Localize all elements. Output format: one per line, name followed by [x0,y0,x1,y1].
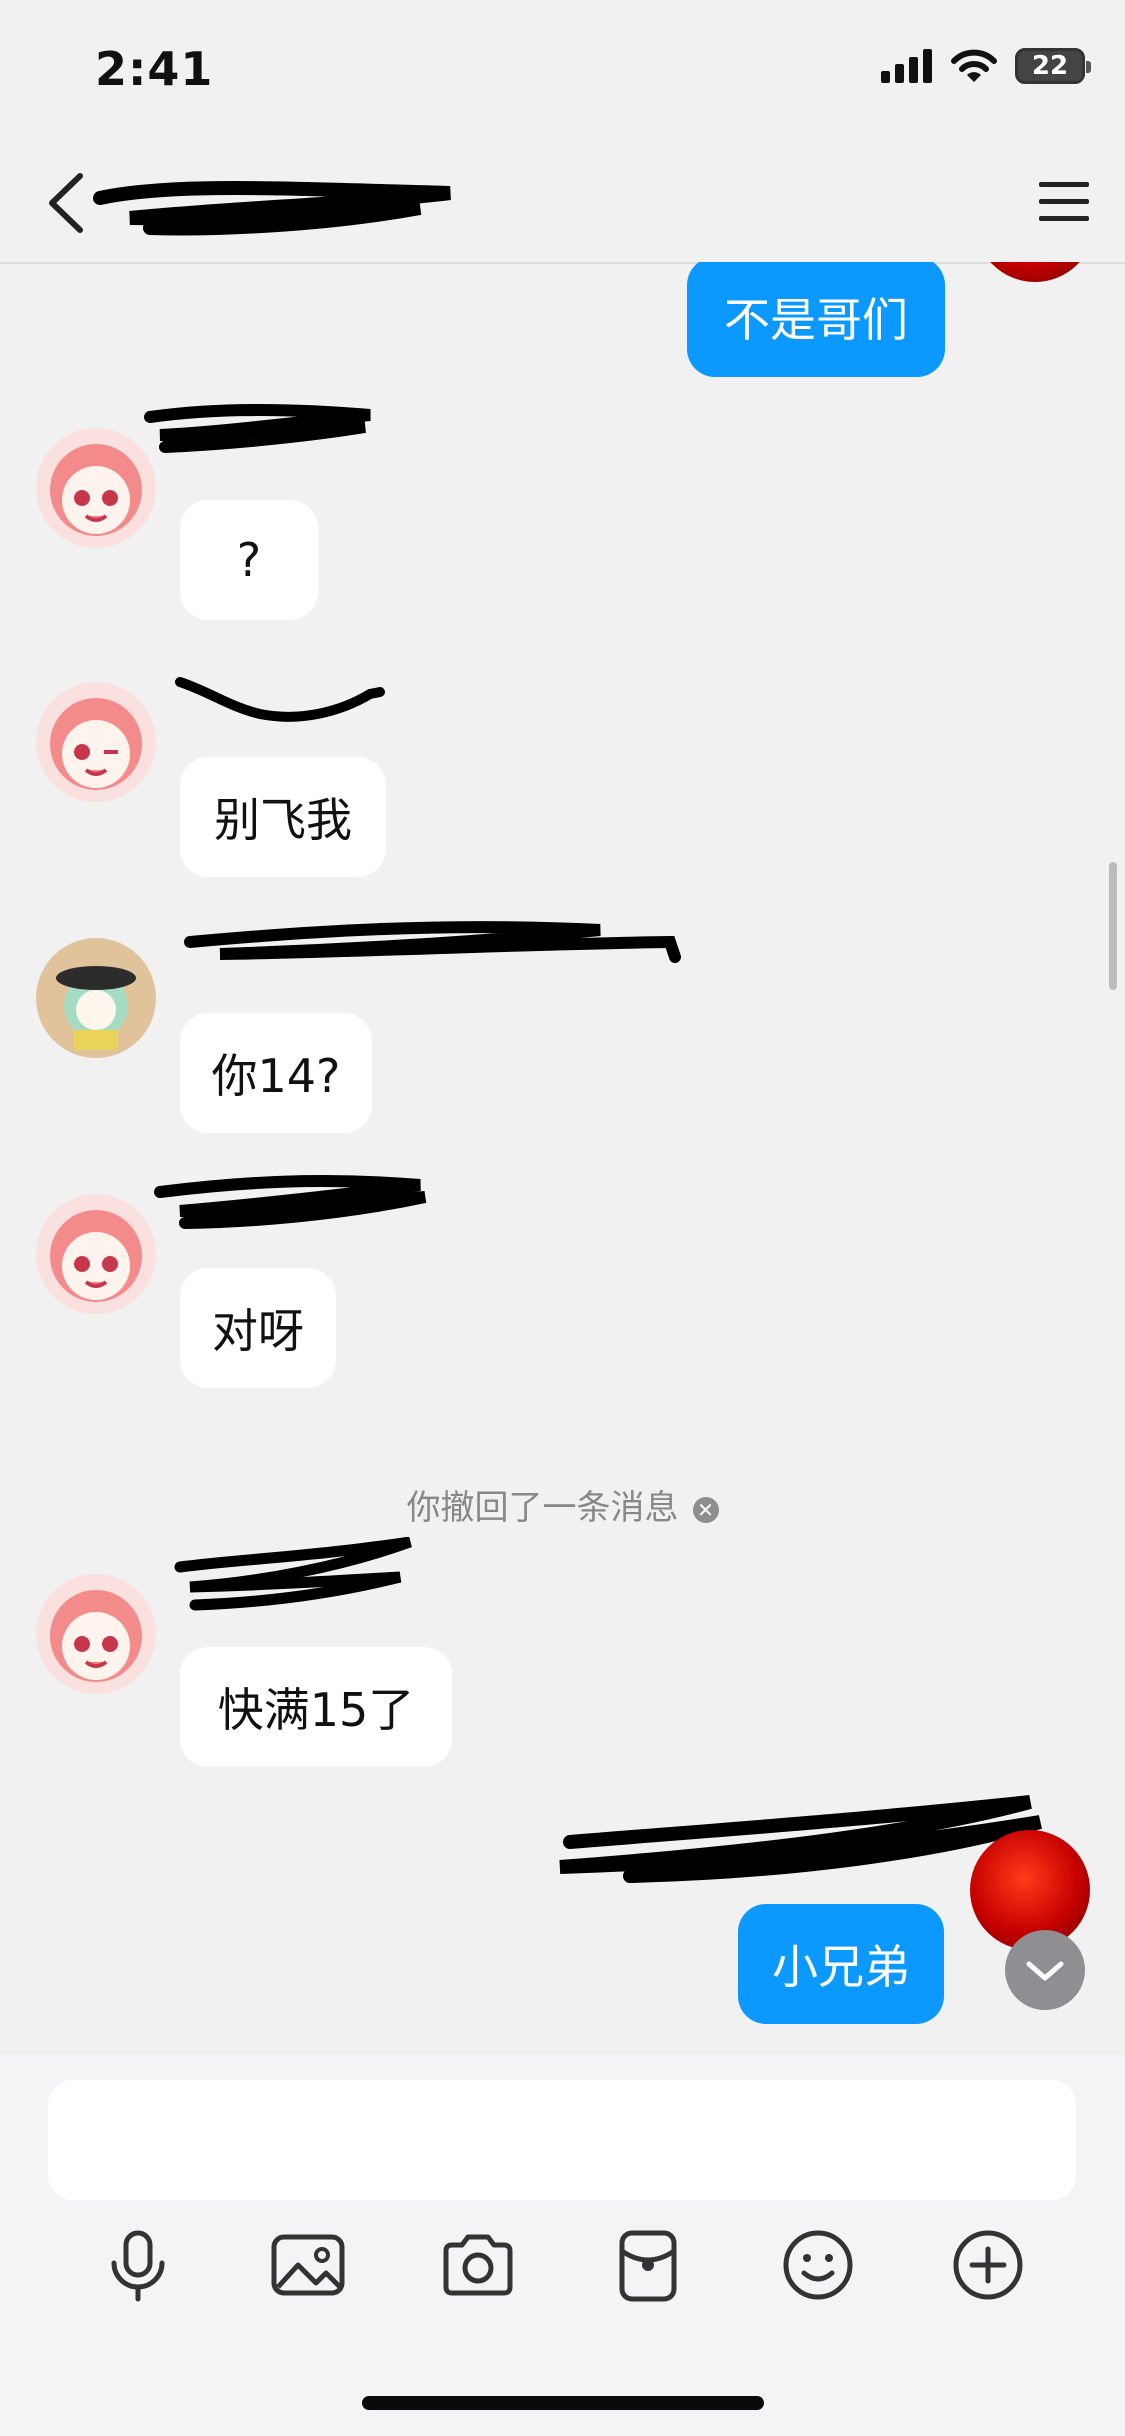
input-area [0,2055,1125,2436]
red-packet-icon[interactable] [608,2225,688,2305]
green-hair-girl-avatar-icon [36,938,156,1058]
redaction-scribble [184,921,681,963]
redaction-scribble [93,181,451,236]
status-bar: 2:41 22 [0,0,1125,140]
contact-avatar[interactable] [36,428,156,548]
redaction-scribble [144,404,371,453]
message-bubble-incoming[interactable]: 快满15了 [180,1647,452,1767]
anime-girl-avatar-icon [36,1574,156,1694]
nav-bar [0,140,1125,264]
redaction-scribble [174,1537,412,1611]
recall-notice: 你撤回了一条消息 ✕ [0,1480,1125,1529]
close-circle-icon: ✕ [692,1496,719,1523]
contact-avatar[interactable] [36,938,156,1058]
message-bubble-outgoing[interactable]: 小兄弟 [738,1904,944,2024]
menu-icon[interactable] [1033,170,1095,232]
wifi-icon [951,49,997,82]
own-avatar[interactable] [975,262,1095,282]
cellular-signal-icon [881,49,932,83]
battery-level: 22 [1031,51,1069,81]
message-bubble-incoming[interactable]: 对呀 [180,1268,336,1388]
emoji-icon[interactable] [778,2225,858,2305]
message-list[interactable]: 不是哥们 ? 别飞我 你14? 对呀 你撤回了一条消息 ✕ 快满15了 小兄弟 [0,262,1125,2054]
status-icons: 22 [881,48,1091,84]
message-bubble-incoming[interactable]: ? [180,500,318,620]
status-time: 2:41 [95,42,214,96]
message-bubble-incoming[interactable]: 别飞我 [180,757,386,877]
message-input[interactable] [48,2080,1076,2200]
microphone-icon[interactable] [98,2225,178,2305]
contact-avatar[interactable] [36,682,156,802]
redaction-scribble [175,677,385,722]
contact-avatar[interactable] [36,1194,156,1314]
camera-icon[interactable] [438,2225,518,2305]
plus-icon[interactable] [948,2225,1028,2305]
battery-indicator: 22 [1015,48,1091,84]
recall-notice-text: 你撤回了一条消息 [406,1488,679,1528]
anime-girl-avatar-icon [36,428,156,548]
chevron-down-icon [1026,1961,1064,1981]
redaction-scribble [154,1175,427,1229]
contact-avatar[interactable] [36,1574,156,1694]
back-chevron-icon[interactable] [38,168,98,238]
image-icon[interactable] [268,2225,348,2305]
scroll-to-bottom-button[interactable] [1005,1930,1085,2010]
message-bubble-outgoing[interactable]: 不是哥们 [687,262,945,377]
message-bubble-incoming[interactable]: 你14? [180,1013,372,1133]
anime-girl-avatar-icon [36,682,156,802]
home-indicator[interactable] [362,2396,764,2410]
scrollbar[interactable] [1109,862,1117,990]
anime-girl-avatar-icon [36,1194,156,1314]
